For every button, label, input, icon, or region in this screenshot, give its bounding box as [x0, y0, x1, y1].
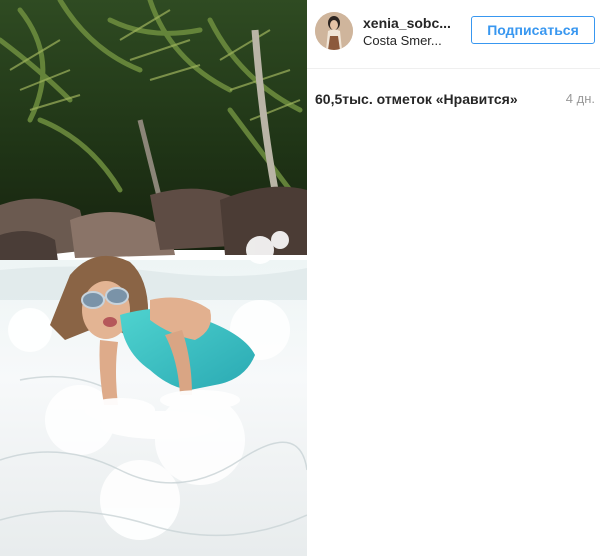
username[interactable]: xenia_sobc...: [363, 15, 451, 31]
post-header: xenia_sobc... Costa Smer... Подписаться: [307, 0, 600, 69]
instagram-post: xenia_sobc... Costa Smer... Подписаться …: [0, 0, 600, 556]
post-timestamp[interactable]: 4 дн.: [566, 91, 595, 106]
post-photo[interactable]: [0, 0, 307, 556]
likes-count[interactable]: 60,5тыс. отметок «Нравится»: [315, 91, 518, 107]
avatar[interactable]: [315, 12, 353, 50]
follow-button[interactable]: Подписаться: [471, 16, 595, 44]
location-link[interactable]: Costa Smer...: [363, 33, 442, 48]
post-sidebar: xenia_sobc... Costa Smer... Подписаться …: [307, 0, 600, 556]
